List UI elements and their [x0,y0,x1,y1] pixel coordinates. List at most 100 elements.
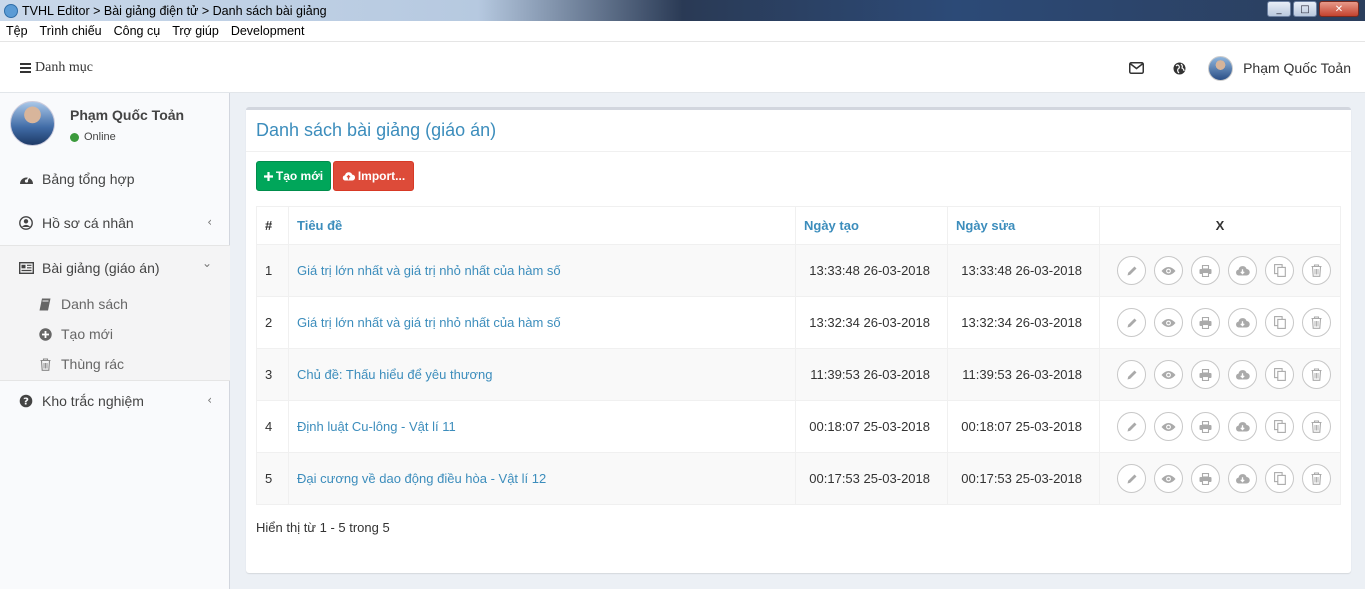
import-button[interactable]: Import... [333,161,414,191]
table-header-row: # Tiêu đề Ngày tạo Ngày sửa X [256,206,1341,245]
avatar[interactable] [1208,55,1234,81]
edit-button[interactable] [1117,256,1146,285]
cell-title-link[interactable]: Định luật Cu-lông - Vật lí 11 [288,400,796,453]
col-header-created[interactable]: Ngày tạo [795,206,948,245]
cell-title-link[interactable]: Chủ đề: Thấu hiểu để yêu thương [288,348,796,401]
cell-index: 1 [256,244,289,297]
delete-button[interactable] [1302,256,1331,285]
trash-icon [38,357,52,371]
window-title: TVHL Editor > Bài giảng điện tử > Danh s… [22,3,327,18]
menu-tools[interactable]: Công cụ [114,24,161,38]
print-icon [1199,264,1212,277]
globe-icon[interactable] [1165,54,1193,82]
table-row: 5 Đại cương về dao động điều hòa - Vật lí… [256,452,1341,505]
question-circle-icon: ? [18,393,34,409]
cell-index: 2 [256,296,289,349]
top-navbar: Danh mục Phạm Quốc Toản [0,42,1365,93]
row-actions [1108,412,1340,441]
download-button[interactable] [1228,256,1257,285]
copy-icon [1273,264,1286,277]
user-circle-icon [18,215,34,231]
duplicate-button[interactable] [1265,464,1294,493]
download-button[interactable] [1228,412,1257,441]
cloud-download-icon [1235,265,1250,276]
col-header-modified[interactable]: Ngày sửa [947,206,1100,245]
sidebar-item-dashboard[interactable]: Bảng tổng hợp [0,157,230,201]
download-button[interactable] [1228,360,1257,389]
pencil-icon [1126,265,1138,277]
menu-development[interactable]: Development [231,24,305,38]
user-panel-name: Phạm Quốc Toản [70,107,185,123]
box-header: Danh sách bài giảng (giáo án) [246,110,1351,152]
cell-modified: 13:33:48 26-03-2018 [947,244,1100,297]
sidebar-toggle-label: Danh mục [35,60,93,75]
download-button[interactable] [1228,464,1257,493]
user-panel: Phạm Quốc Toản Online [10,101,220,151]
submenu-item-create[interactable]: Tạo mới [0,319,230,349]
view-button[interactable] [1154,256,1183,285]
menu-slideshow[interactable]: Trình chiếu [40,24,102,38]
cell-index: 3 [256,348,289,401]
print-button[interactable] [1191,308,1220,337]
cell-created: 00:17:53 25-03-2018 [795,452,948,505]
menubar: Tệp Trình chiếu Công cụ Trợ giúp Develop… [0,21,1365,42]
eye-icon [1161,422,1176,432]
sidebar-item-lectures[interactable]: Bài giảng (giáo án) ⌄ [0,245,230,289]
minimize-button[interactable]: _ [1267,1,1291,17]
menu-file[interactable]: Tệp [6,24,28,38]
sidebar-item-quiz-bank[interactable]: ? Kho trắc nghiệm ‹ [0,379,230,423]
view-button[interactable] [1154,308,1183,337]
edit-button[interactable] [1117,412,1146,441]
envelope-icon[interactable] [1122,54,1150,82]
pencil-icon [1126,369,1138,381]
edit-button[interactable] [1117,464,1146,493]
duplicate-button[interactable] [1265,308,1294,337]
duplicate-button[interactable] [1265,360,1294,389]
download-button[interactable] [1228,308,1257,337]
create-new-button[interactable]: Tạo mới [256,161,331,191]
row-actions [1108,256,1340,285]
row-actions [1108,360,1340,389]
cell-title-link[interactable]: Đại cương về dao động điều hòa - Vật lí … [288,452,796,505]
view-button[interactable] [1154,360,1183,389]
menu-help[interactable]: Trợ giúp [172,24,219,38]
view-button[interactable] [1154,412,1183,441]
print-button[interactable] [1191,256,1220,285]
chevron-down-icon: ⌄ [201,256,212,270]
edit-button[interactable] [1117,308,1146,337]
col-header-title[interactable]: Tiêu đề [288,206,796,245]
delete-button[interactable] [1302,308,1331,337]
cell-title-link[interactable]: Giá trị lớn nhất và giá trị nhỏ nhất của… [288,296,796,349]
sidebar-item-profile[interactable]: Hồ sơ cá nhân ‹ [0,201,230,245]
view-button[interactable] [1154,464,1183,493]
cell-title-link[interactable]: Giá trị lớn nhất và giá trị nhỏ nhất của… [288,244,796,297]
close-button[interactable]: ✕ [1319,1,1359,17]
duplicate-button[interactable] [1265,412,1294,441]
copy-icon [1273,316,1286,329]
print-button[interactable] [1191,412,1220,441]
submenu-item-list[interactable]: Danh sách [0,289,230,319]
cell-created: 13:32:34 26-03-2018 [795,296,948,349]
table-row: 3 Chủ đề: Thấu hiểu để yêu thương 11:39:53… [256,348,1341,401]
sidebar-toggle[interactable]: Danh mục [20,60,93,76]
page-title: Danh sách bài giảng (giáo án) [256,120,497,140]
print-button[interactable] [1191,464,1220,493]
cell-actions [1099,348,1341,401]
table-row: 2 Giá trị lớn nhất và giá trị nhỏ nhất củ… [256,296,1341,349]
hamburger-icon [20,63,31,73]
duplicate-button[interactable] [1265,256,1294,285]
online-dot-icon [70,132,79,142]
delete-button[interactable] [1302,464,1331,493]
cell-created: 13:33:48 26-03-2018 [795,244,948,297]
navbar-user-name[interactable]: Phạm Quốc Toản [1243,60,1351,76]
maximize-button[interactable]: □ [1293,1,1317,17]
user-status: Online [70,131,116,143]
pencil-icon [1126,421,1138,433]
edit-button[interactable] [1117,360,1146,389]
chevron-left-icon: ‹ [207,393,212,407]
submenu-item-trash[interactable]: Thùng rác [0,349,230,379]
row-actions [1108,464,1340,493]
delete-button[interactable] [1302,360,1331,389]
delete-button[interactable] [1302,412,1331,441]
print-button[interactable] [1191,360,1220,389]
